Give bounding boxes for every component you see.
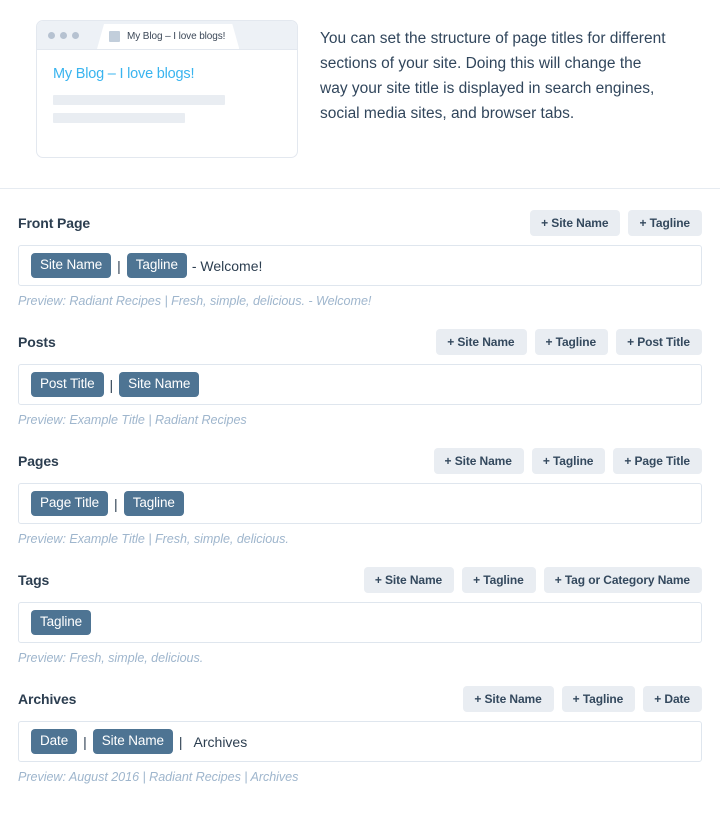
add-token-button-row: + Site Name + Tagline + Date bbox=[463, 686, 702, 712]
token-separator: | bbox=[178, 733, 183, 750]
add-token-button[interactable]: + Site Name bbox=[436, 329, 527, 355]
token-separator: | bbox=[83, 733, 87, 750]
add-token-button[interactable]: + Site Name bbox=[463, 686, 554, 712]
browser-preview-mockup: My Blog – I love blogs! My Blog – I love… bbox=[36, 20, 298, 158]
title-token-chip[interactable]: Post Title bbox=[31, 372, 104, 397]
section-header: Front Page + Site Name + Tagline bbox=[18, 210, 702, 236]
add-token-button-row: + Site Name + Tagline + Page Title bbox=[433, 448, 702, 474]
add-token-button[interactable]: + Post Title bbox=[616, 329, 702, 355]
add-token-button-row: + Site Name + Tagline + Post Title bbox=[436, 329, 702, 355]
section-header: Posts + Site Name + Tagline + Post Title bbox=[18, 329, 702, 355]
token-separator: | bbox=[109, 376, 114, 393]
browser-tab-title: My Blog – I love blogs! bbox=[127, 31, 226, 42]
title-format-section: Pages + Site Name + Tagline + Page Title Pag… bbox=[18, 427, 702, 546]
add-token-button[interactable]: + Tagline bbox=[534, 329, 609, 355]
title-structure-field[interactable]: Post Title | Site Name bbox=[18, 364, 702, 405]
title-format-section: Archives + Site Name + Tagline + Date Date | S… bbox=[18, 665, 702, 784]
add-token-button[interactable]: + Tag or Category Name bbox=[543, 567, 702, 593]
title-token-chip[interactable]: Date bbox=[31, 729, 78, 754]
add-token-button[interactable]: + Site Name bbox=[530, 210, 621, 236]
title-token-chip[interactable]: Site Name bbox=[31, 253, 112, 278]
add-token-button-row: + Site Name + Tagline bbox=[530, 210, 702, 236]
window-dot-icon bbox=[60, 31, 67, 39]
add-token-button[interactable]: + Site Name bbox=[433, 448, 524, 474]
section-header: Pages + Site Name + Tagline + Page Title bbox=[18, 448, 702, 474]
mock-page-body: My Blog – I love blogs! bbox=[37, 50, 297, 123]
title-structure-field[interactable]: Tagline bbox=[18, 602, 702, 643]
preview-text: Preview: Example Title | Fresh, simple, … bbox=[18, 532, 289, 546]
section-header: Archives + Site Name + Tagline + Date bbox=[18, 686, 702, 712]
token-separator: | bbox=[117, 257, 121, 274]
add-token-button-row: + Site Name + Tagline + Tag or Category Na… bbox=[363, 567, 702, 593]
preview-text: Preview: August 2016 | Radiant Recipes |… bbox=[18, 770, 299, 784]
token-separator: | bbox=[114, 495, 118, 512]
browser-chrome-bar: My Blog – I love blogs! bbox=[37, 21, 297, 50]
window-dot-icon bbox=[48, 31, 55, 39]
favicon-icon bbox=[109, 31, 120, 42]
title-format-section: Front Page + Site Name + Tagline Site Name |… bbox=[18, 189, 702, 308]
section-header: Tags + Site Name + Tagline + Tag or Categor… bbox=[18, 567, 702, 593]
add-token-button[interactable]: + Tagline bbox=[462, 567, 536, 593]
title-structure-field[interactable]: Page Title | Tagline bbox=[18, 483, 702, 524]
mock-text-placeholder-bar bbox=[53, 113, 185, 123]
mock-page-heading: My Blog – I love blogs! bbox=[53, 66, 195, 82]
preview-text: Preview: Fresh, simple, delicious. bbox=[18, 651, 204, 665]
static-title-text: Archives bbox=[193, 733, 248, 750]
section-title: Tags bbox=[18, 572, 50, 588]
title-token-chip[interactable]: Tagline bbox=[126, 253, 187, 278]
title-token-chip[interactable]: Page Title bbox=[31, 491, 109, 516]
title-structure-field[interactable]: Site Name | Tagline - Welcome! bbox=[18, 245, 702, 286]
add-token-button[interactable]: + Date bbox=[643, 686, 702, 712]
intro-block: My Blog – I love blogs! My Blog – I love… bbox=[0, 0, 720, 170]
title-token-chip[interactable]: Site Name bbox=[92, 729, 173, 754]
title-format-section: Posts + Site Name + Tagline + Post Title Pos… bbox=[18, 308, 702, 427]
intro-description: You can set the structure of page titles… bbox=[320, 30, 666, 123]
preview-text: Preview: Radiant Recipes | Fresh, simple… bbox=[18, 294, 372, 308]
window-dot-icon bbox=[72, 31, 79, 39]
section-title: Front Page bbox=[18, 215, 91, 231]
add-token-button[interactable]: + Tagline bbox=[628, 210, 702, 236]
add-token-button[interactable]: + Tagline bbox=[561, 686, 636, 712]
section-title: Posts bbox=[18, 334, 56, 350]
title-token-chip[interactable]: Site Name bbox=[119, 372, 200, 397]
title-token-chip[interactable]: Tagline bbox=[31, 610, 92, 635]
title-structure-field[interactable]: Date | Site Name | Archives bbox=[18, 721, 702, 762]
add-token-button[interactable]: + Page Title bbox=[613, 448, 702, 474]
section-title: Pages bbox=[18, 453, 59, 469]
window-controls bbox=[48, 31, 79, 39]
preview-text: Preview: Example Title | Radiant Recipes bbox=[18, 413, 247, 427]
mock-text-placeholder-bar bbox=[53, 95, 225, 105]
section-title: Archives bbox=[18, 691, 77, 707]
browser-tab: My Blog – I love blogs! bbox=[97, 24, 239, 49]
title-format-section: Tags + Site Name + Tagline + Tag or Categor… bbox=[18, 546, 702, 665]
title-format-sections: Front Page + Site Name + Tagline Site Name |… bbox=[0, 189, 720, 784]
add-token-button[interactable]: + Site Name bbox=[363, 567, 455, 593]
static-title-text: - Welcome! bbox=[191, 257, 263, 274]
title-token-chip[interactable]: Tagline bbox=[123, 491, 184, 516]
add-token-button[interactable]: + Tagline bbox=[531, 448, 606, 474]
